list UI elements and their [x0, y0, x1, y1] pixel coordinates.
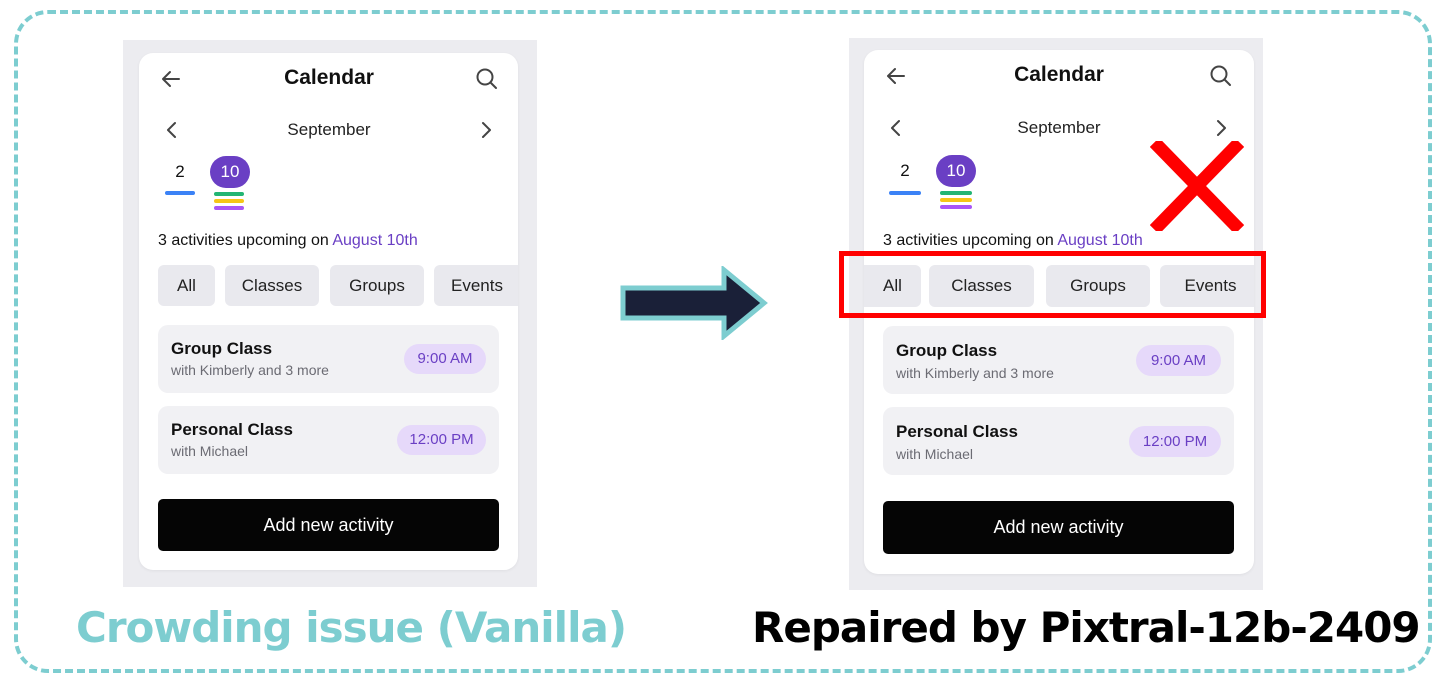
- day-10-selected[interactable]: 10: [210, 156, 250, 188]
- caption-left: Crowding issue (Vanilla): [76, 603, 627, 652]
- search-icon[interactable]: [1209, 64, 1233, 88]
- page-title: Calendar: [1014, 63, 1104, 86]
- left-calendar-card: Calendar September 2 10 3 activities upc…: [139, 53, 518, 570]
- filter-groups[interactable]: Groups: [330, 265, 424, 306]
- upcoming-prefix: 3 activities upcoming on: [158, 232, 333, 249]
- activity-subtitle: with Michael: [896, 446, 974, 462]
- filter-events[interactable]: Events: [434, 265, 518, 306]
- month-label: September: [1017, 118, 1101, 137]
- month-label: September: [287, 120, 371, 139]
- day-marker: [940, 205, 972, 209]
- activity-title: Personal Class: [896, 422, 1018, 441]
- red-x-icon: [1150, 141, 1244, 231]
- activity-title: Group Class: [171, 339, 273, 358]
- day-marker: [214, 192, 244, 196]
- chevron-left-icon[interactable]: [888, 119, 904, 137]
- page-title: Calendar: [284, 66, 374, 89]
- day-marker: [214, 206, 244, 210]
- activity-card[interactable]: Personal Class with Michael 12:00 PM: [158, 406, 499, 474]
- time-badge: 12:00 PM: [397, 425, 486, 455]
- time-badge: 9:00 AM: [1136, 345, 1221, 376]
- chevron-right-icon[interactable]: [1213, 119, 1229, 137]
- red-highlight-box: [839, 251, 1266, 318]
- add-activity-button[interactable]: Add new activity: [883, 501, 1234, 554]
- activity-subtitle: with Michael: [171, 443, 249, 459]
- arrow-left-icon[interactable]: [884, 64, 908, 88]
- day-marker: [940, 198, 972, 202]
- upcoming-summary: 3 activities upcoming on August 10th: [883, 232, 1143, 250]
- day-10-selected[interactable]: 10: [936, 155, 976, 187]
- activity-subtitle: with Kimberly and 3 more: [171, 362, 329, 378]
- activity-card[interactable]: Personal Class with Michael 12:00 PM: [883, 407, 1234, 475]
- day-marker: [889, 191, 921, 195]
- activity-subtitle: with Kimberly and 3 more: [896, 365, 1054, 381]
- activity-card[interactable]: Group Class with Kimberly and 3 more 9:0…: [158, 325, 499, 393]
- activity-title: Group Class: [896, 341, 998, 360]
- time-badge: 9:00 AM: [404, 344, 486, 374]
- upcoming-prefix: 3 activities upcoming on: [883, 232, 1058, 249]
- filter-all[interactable]: All: [158, 265, 215, 306]
- add-activity-button[interactable]: Add new activity: [158, 499, 499, 551]
- activity-title: Personal Class: [171, 420, 293, 439]
- day-marker: [940, 191, 972, 195]
- time-badge: 12:00 PM: [1129, 426, 1221, 457]
- filter-classes[interactable]: Classes: [225, 265, 319, 306]
- caption-right: Repaired by Pixtral-12b-2409: [752, 603, 1421, 652]
- search-icon[interactable]: [475, 67, 499, 91]
- day-2[interactable]: 2: [890, 161, 920, 181]
- upcoming-summary: 3 activities upcoming on August 10th: [158, 232, 418, 250]
- right-arrow-icon: [620, 266, 768, 340]
- activity-card[interactable]: Group Class with Kimberly and 3 more 9:0…: [883, 326, 1234, 394]
- day-marker: [165, 191, 195, 195]
- upcoming-date-link[interactable]: August 10th: [1057, 232, 1142, 249]
- arrow-left-icon[interactable]: [159, 67, 183, 91]
- upcoming-date-link[interactable]: August 10th: [332, 232, 417, 249]
- chevron-right-icon[interactable]: [478, 121, 494, 139]
- chevron-left-icon[interactable]: [164, 121, 180, 139]
- day-2[interactable]: 2: [165, 162, 195, 182]
- day-marker: [214, 199, 244, 203]
